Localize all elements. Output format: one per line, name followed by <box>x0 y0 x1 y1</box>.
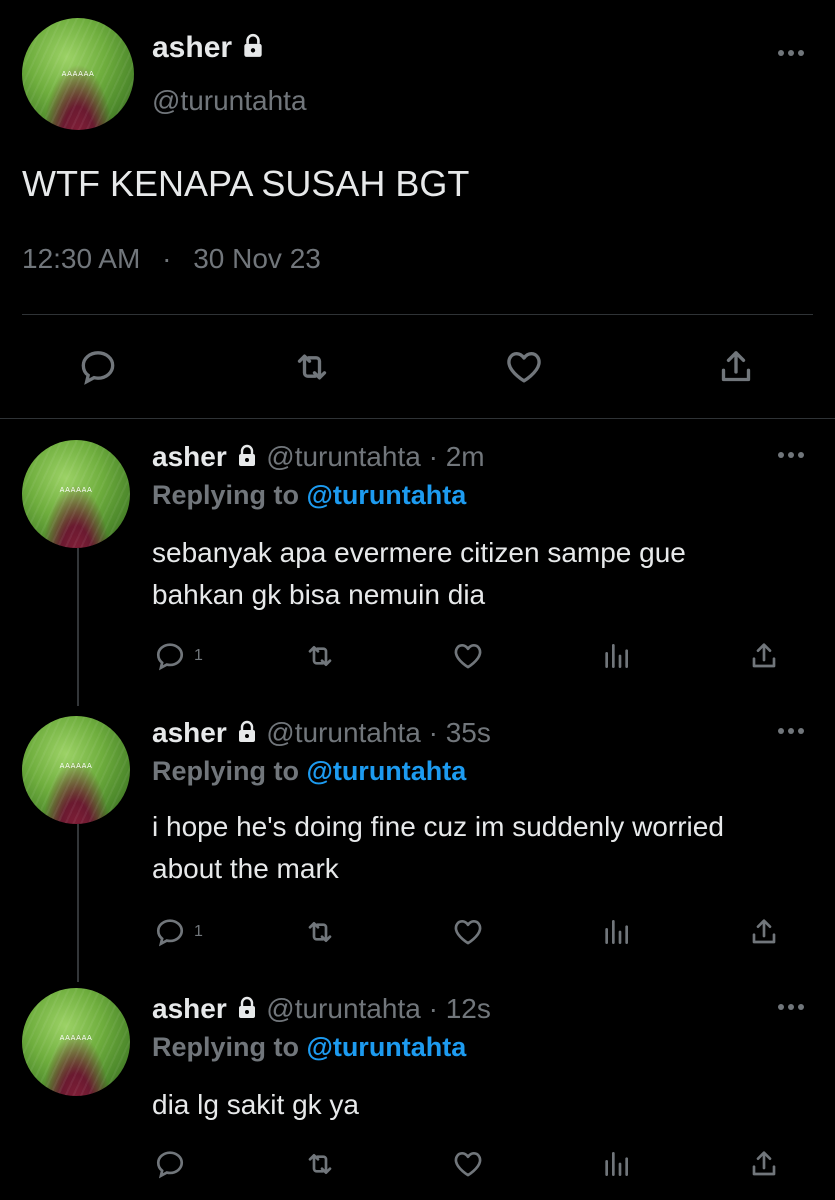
meta-separator: · <box>162 243 172 274</box>
reply-icon[interactable] <box>154 1148 186 1180</box>
reply-count: 1 <box>194 923 203 940</box>
avatar[interactable]: AAAAAA <box>22 440 130 548</box>
heart-icon[interactable] <box>504 347 544 387</box>
retweet-icon[interactable] <box>304 1148 336 1180</box>
share-icon[interactable] <box>716 347 756 387</box>
avatar-caption: AAAAAA <box>59 486 93 494</box>
author-handle[interactable]: @turuntahta <box>266 717 421 748</box>
lock-icon <box>238 996 255 1019</box>
reply-icon[interactable] <box>78 347 118 387</box>
avatar[interactable]: AAAAAA <box>22 18 134 130</box>
retweet-icon[interactable] <box>292 347 332 387</box>
reply-text-line: bahkan gk bisa nemuin dia <box>152 579 486 610</box>
lock-icon <box>244 34 263 57</box>
reply-age[interactable]: · 12s <box>429 993 491 1024</box>
heart-icon[interactable] <box>452 1148 484 1180</box>
tweet-meta: 12:30 AM · 30 Nov 23 <box>22 242 321 276</box>
replying-to-link[interactable]: @turuntahta <box>307 1032 467 1062</box>
reply-icon[interactable] <box>154 640 186 672</box>
avatar[interactable]: AAAAAA <box>22 716 130 824</box>
views-icon[interactable] <box>600 1148 632 1180</box>
author-name[interactable]: asher <box>152 30 266 66</box>
display-name: asher <box>152 31 233 64</box>
reply-text-line: about the mark <box>152 853 339 884</box>
avatar-caption: AAAAAA <box>59 1034 93 1042</box>
heart-icon[interactable] <box>452 640 484 672</box>
reply-header: asher @turuntahta · 12s <box>152 992 491 1026</box>
replying-to: Replying to @turuntahta <box>152 1030 466 1064</box>
reply-text: i hope he's doing fine cuz im suddenly w… <box>152 806 724 890</box>
reply-text: sebanyak apa evermere citizen sampe gue … <box>152 532 686 616</box>
replying-to: Replying to @turuntahta <box>152 754 466 788</box>
display-name[interactable]: asher <box>152 441 227 472</box>
replying-prefix: Replying to <box>152 480 307 510</box>
replying-to-link[interactable]: @turuntahta <box>307 756 467 786</box>
share-icon[interactable] <box>748 640 780 672</box>
display-name[interactable]: asher <box>152 717 227 748</box>
tweet-text: WTF KENAPA SUSAH BGT <box>22 163 470 204</box>
share-icon[interactable] <box>748 916 780 948</box>
reply-header: asher @turuntahta · 35s <box>152 716 491 750</box>
replying-to: Replying to @turuntahta <box>152 478 466 512</box>
reply-text: dia lg sakit gk ya <box>152 1084 359 1126</box>
thread-connector <box>77 548 79 706</box>
author-handle[interactable]: @turuntahta <box>266 441 421 472</box>
lock-icon <box>238 444 255 467</box>
reply-header: asher @turuntahta · 2m <box>152 440 485 474</box>
views-icon[interactable] <box>600 916 632 948</box>
reply-age[interactable]: · 2m <box>429 441 485 472</box>
replying-to-link[interactable]: @turuntahta <box>307 480 467 510</box>
avatar-caption: AAAAAA <box>59 762 93 770</box>
heart-icon[interactable] <box>452 916 484 948</box>
more-horizontal-icon[interactable] <box>776 48 806 58</box>
retweet-icon[interactable] <box>304 916 336 948</box>
reply-text-line: i hope he's doing fine cuz im suddenly w… <box>152 811 724 842</box>
more-horizontal-icon[interactable] <box>776 450 806 460</box>
author-handle[interactable]: @turuntahta <box>266 993 421 1024</box>
reply-icon[interactable] <box>154 916 186 948</box>
replying-prefix: Replying to <box>152 1032 307 1062</box>
reply-age[interactable]: · 35s <box>429 717 491 748</box>
divider <box>22 314 813 315</box>
divider <box>0 418 835 419</box>
reply-count: 1 <box>194 647 203 664</box>
tweet-time[interactable]: 12:30 AM <box>22 243 140 274</box>
avatar-caption: AAAAAA <box>61 70 95 78</box>
replying-prefix: Replying to <box>152 756 307 786</box>
thread-connector <box>77 824 79 982</box>
share-icon[interactable] <box>748 1148 780 1180</box>
tweet-date[interactable]: 30 Nov 23 <box>193 243 321 274</box>
lock-icon <box>238 720 255 743</box>
views-icon[interactable] <box>600 640 632 672</box>
display-name[interactable]: asher <box>152 993 227 1024</box>
reply-text-line: dia lg sakit gk ya <box>152 1089 359 1120</box>
avatar[interactable]: AAAAAA <box>22 988 130 1096</box>
retweet-icon[interactable] <box>304 640 336 672</box>
author-handle[interactable]: @turuntahta <box>152 84 307 118</box>
reply-text-line: sebanyak apa evermere citizen sampe gue <box>152 537 686 568</box>
more-horizontal-icon[interactable] <box>776 726 806 736</box>
more-horizontal-icon[interactable] <box>776 1002 806 1012</box>
